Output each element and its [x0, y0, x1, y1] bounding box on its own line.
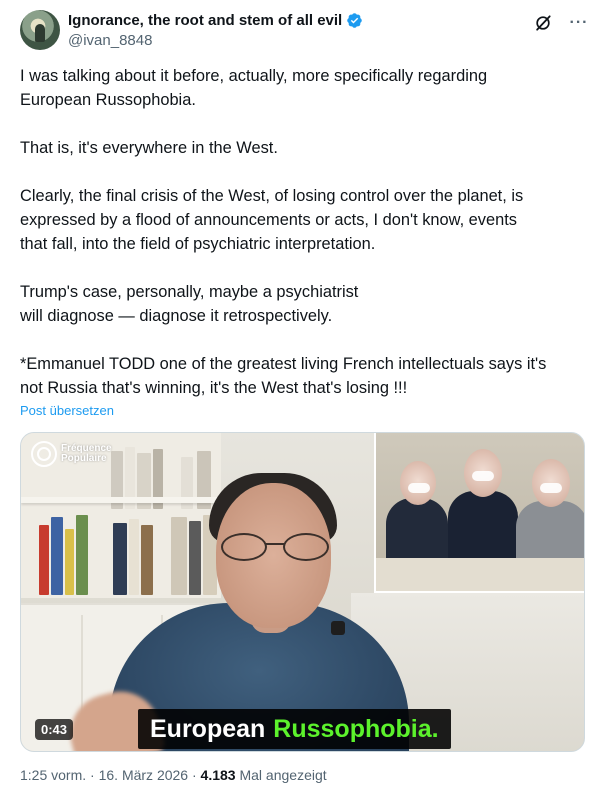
- video-caption: European Russophobia.: [138, 709, 451, 749]
- grok-icon[interactable]: [532, 12, 554, 34]
- display-name[interactable]: Ignorance, the root and stem of all evil: [68, 12, 342, 29]
- text-line: not Russia that's winning, it's the West…: [20, 379, 408, 397]
- caption-word-2: Russophobia.: [273, 714, 439, 743]
- avatar[interactable]: [20, 10, 60, 50]
- author-name-row: Ignorance, the root and stem of all evil: [68, 12, 363, 29]
- paragraph-3: Clearly, the final crisis of the West, o…: [20, 184, 586, 256]
- handle[interactable]: @ivan_8848: [68, 32, 152, 49]
- caption-word-1: European: [150, 714, 266, 743]
- text-line: will diagnose — diagnose it retrospectiv…: [20, 307, 333, 325]
- channel-logo: Fréquence Populaire: [31, 441, 112, 467]
- more-icon[interactable]: ···: [568, 12, 590, 34]
- tweet-meta: 1:25 vorm. · 16. März 2026 · 4.183 Mal a…: [20, 767, 327, 783]
- verified-badge-icon: [346, 12, 363, 29]
- post-date[interactable]: 16. März 2026: [99, 767, 189, 783]
- text-line: that fall, into the field of psychiatric…: [20, 235, 376, 253]
- logo-line-2: Populaire: [61, 453, 107, 464]
- paragraph-2: That is, it's everywhere in the West.: [20, 136, 586, 160]
- paragraph-1: I was talking about it before, actually,…: [20, 64, 586, 112]
- separator: ·: [90, 767, 95, 783]
- text-line: I was talking about it before, actually,…: [20, 67, 488, 85]
- video-player[interactable]: Fréquence Populaire 0:43 European Russop…: [20, 432, 585, 752]
- paragraph-5: *Emmanuel TODD one of the greatest livin…: [20, 352, 586, 400]
- logo-icon: [31, 441, 57, 467]
- logo-text: Fréquence Populaire: [61, 444, 112, 464]
- text-line: *Emmanuel TODD one of the greatest livin…: [20, 355, 547, 373]
- paragraph-4: Trump's case, personally, maybe a psychi…: [20, 280, 586, 328]
- text-line: Trump's case, personally, maybe a psychi…: [20, 283, 359, 301]
- tweet-text: I was talking about it before, actually,…: [20, 64, 586, 400]
- tweet-header: Ignorance, the root and stem of all evil…: [20, 10, 590, 50]
- post-time[interactable]: 1:25 vorm.: [20, 767, 86, 783]
- text-line: expressed by a flood of announcements or…: [20, 211, 517, 229]
- view-label: Mal angezeigt: [239, 767, 327, 783]
- video-duration: 0:43: [35, 719, 74, 740]
- translate-post-link[interactable]: Post übersetzen: [20, 403, 114, 418]
- lapel-mic: [331, 621, 345, 635]
- view-count: 4.183: [200, 767, 236, 783]
- speaker-glasses: [221, 533, 331, 561]
- inset-photo: [374, 433, 584, 593]
- tweet: Ignorance, the root and stem of all evil…: [0, 0, 604, 789]
- header-actions: ···: [532, 12, 590, 34]
- text-line: European Russophobia.: [20, 91, 196, 109]
- text-line: That is, it's everywhere in the West.: [20, 139, 278, 157]
- inset-table: [376, 558, 584, 591]
- separator: ·: [191, 767, 197, 783]
- text-line: Clearly, the final crisis of the West, o…: [20, 187, 524, 205]
